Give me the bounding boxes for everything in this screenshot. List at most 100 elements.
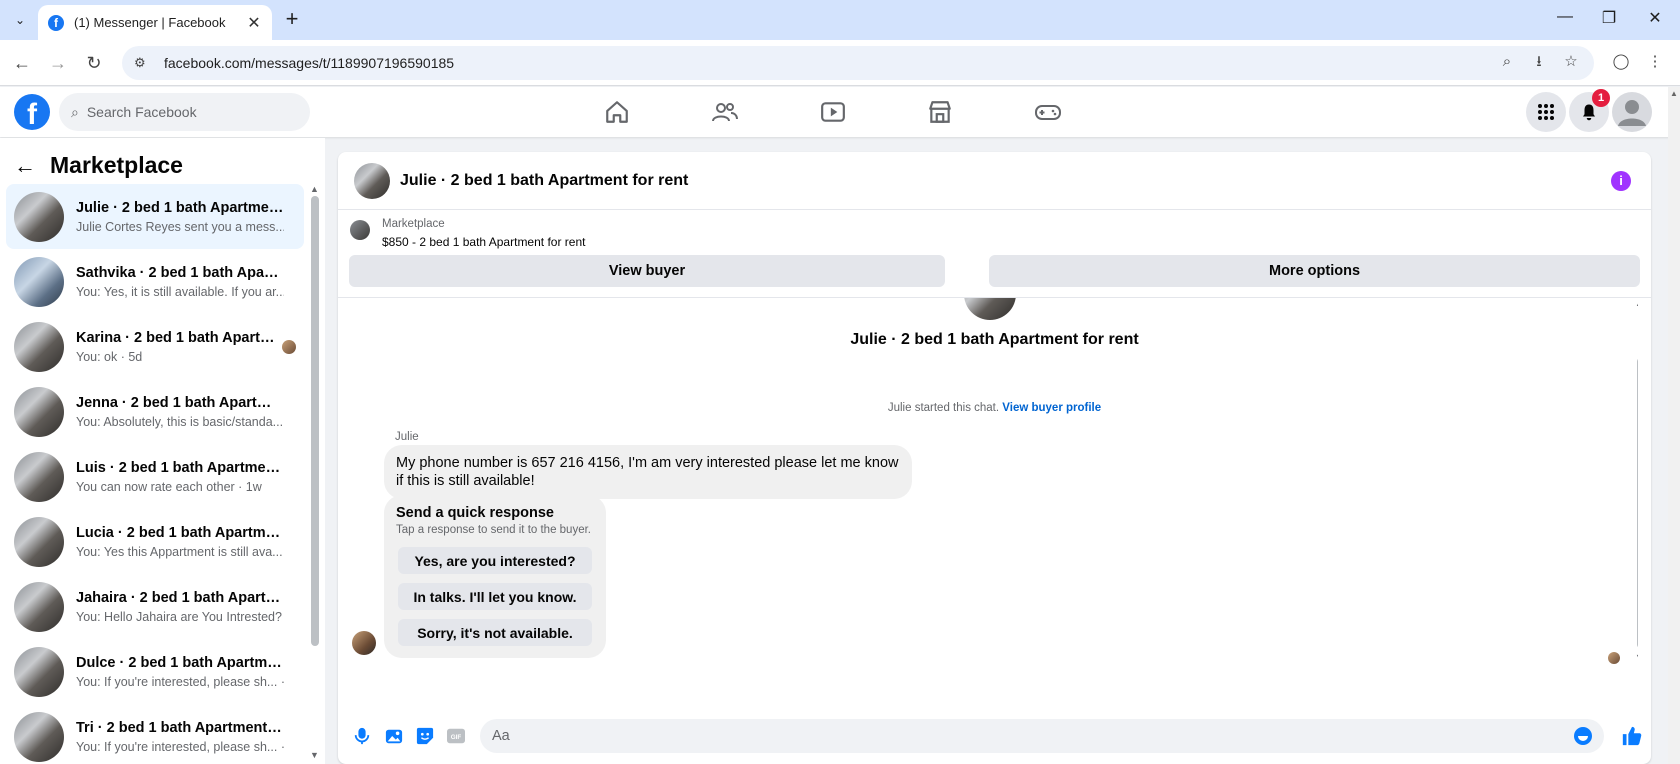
emoji-icon[interactable] [1574,727,1592,745]
facebook-header: f ⌕ 1 [0,87,1680,137]
browser-tabstrip: ⌄ f (1) Messenger | Facebook ✕ + — ❐ ✕ [0,0,1680,40]
avatar [14,191,64,242]
conversation-item[interactable]: Jenna · 2 bed 1 bath Apartment ... You: … [6,379,304,444]
new-tab-icon[interactable]: + [280,8,304,32]
svg-text:GIF: GIF [451,734,462,741]
view-buyer-profile-link[interactable]: View buyer profile [1002,402,1101,414]
page-scrollbar[interactable]: ▲ [1668,87,1680,764]
conversation-name: Julie · 2 bed 1 bath Apartment f... [76,199,284,216]
avatar [14,646,64,697]
avatar [14,711,64,762]
site-settings-icon[interactable]: ⚙ [134,55,150,71]
microphone-icon[interactable] [351,725,373,747]
conversation-snippet: You: Absolutely, this is basic/standa...… [76,414,284,429]
conversation-item[interactable]: Karina · 2 bed 1 bath Apartme... You: ok… [6,314,304,379]
conversation-name: Tri · 2 bed 1 bath Apartment for ... [76,719,284,736]
thread-avatar [964,298,1016,320]
listing-price: $850 - 2 bed 1 bath Apartment for rent [382,235,586,249]
conversation-item[interactable]: Tri · 2 bed 1 bath Apartment for ... You… [6,704,304,764]
friends-icon[interactable] [705,93,745,131]
chat-title[interactable]: Julie · 2 bed 1 bath Apartment for rent [400,172,688,190]
page-scroll-up-icon[interactable]: ▲ [1670,89,1678,98]
sender-avatar [352,631,376,655]
thread-title: Julie · 2 bed 1 bath Apartment for rent [850,331,1139,348]
forward-icon[interactable]: → [46,51,70,75]
notification-badge: 1 [1592,89,1610,107]
like-thumb-icon[interactable] [1620,724,1644,748]
back-arrow-icon[interactable]: ← [14,153,44,179]
browser-menu-icon[interactable]: ⋮ [1644,51,1666,73]
facebook-logo-icon[interactable]: f [14,94,50,130]
quick-response-button[interactable]: Sorry, it's not available. [398,619,592,646]
url-text: facebook.com/messages/t/1189907196590185 [164,55,455,71]
tab-title: (1) Messenger | Facebook [74,15,226,30]
browser-toolbar: ← → ↻ ⚙ facebook.com/messages/t/11899071… [0,40,1680,86]
address-bar[interactable]: ⚙ facebook.com/messages/t/11899071965901… [122,46,1594,80]
conversation-name: Jahaira · 2 bed 1 bath Apartmen... [76,589,284,606]
bookmark-star-icon[interactable]: ☆ [1560,51,1582,73]
avatar [14,581,64,632]
conversation-name: Dulce · 2 bed 1 bath Apartment ... [76,654,284,671]
marketplace-sidebar: ← Marketplace Julie · 2 bed 1 bath Apart… [0,138,325,764]
sidebar-scrollbar[interactable] [311,196,319,646]
conversation-name: Lucia · 2 bed 1 bath Apartment f... [76,524,284,541]
marketplace-icon[interactable] [920,93,960,131]
quick-response-button[interactable]: Yes, are you interested? [398,547,592,574]
message-thread: Julie · 2 bed 1 bath Apartment for rent … [338,298,1638,710]
zoom-icon[interactable]: ⌕ [1496,51,1518,73]
sender-name: Julie [395,431,419,443]
facebook-search[interactable]: ⌕ [59,93,310,131]
message-input-wrapper[interactable] [480,719,1604,753]
restore-icon[interactable]: ❐ [1594,8,1624,28]
chat-avatar[interactable] [354,162,390,199]
conversation-snippet: You: Yes this Appartment is still ava...… [76,544,284,559]
video-icon[interactable] [813,93,853,131]
menu-grid-icon[interactable] [1526,92,1566,132]
reload-icon[interactable]: ↻ [82,51,106,75]
conversation-snippet: You: If you're interested, please sh... … [76,674,284,689]
photo-icon[interactable] [383,725,405,747]
quick-response-card: Send a quick response Tap a response to … [384,495,606,658]
tab-search-icon[interactable]: ⌄ [8,9,32,31]
chat-started-note: Julie started this chat. View buyer prof… [338,402,1638,414]
gif-icon[interactable]: GIF [445,725,467,747]
info-icon[interactable]: i [1611,171,1631,191]
conversation-name: Luis · 2 bed 1 bath Apartment fo... [76,459,284,476]
window-close-icon[interactable]: ✕ [1640,8,1670,28]
started-text: Julie started this chat. [887,402,1000,414]
sticker-icon[interactable] [414,725,436,747]
conversation-item[interactable]: Luis · 2 bed 1 bath Apartment fo... You … [6,444,304,509]
account-avatar[interactable] [1612,92,1652,132]
scroll-down-arrow-icon[interactable]: ▼ [310,750,319,760]
view-buyer-button[interactable]: View buyer [349,255,945,287]
conversation-item[interactable]: Dulce · 2 bed 1 bath Apartment ... You: … [6,639,304,704]
read-receipt-avatar [1608,652,1620,664]
more-options-button[interactable]: More options [989,255,1640,287]
scroll-up-arrow-icon[interactable]: ▲ [310,184,319,194]
tab-close-icon[interactable]: ✕ [244,13,264,33]
conversation-snippet: You: ok · 5d [76,349,143,364]
browser-tab[interactable]: f (1) Messenger | Facebook ✕ [38,5,272,40]
minimize-icon[interactable]: — [1550,8,1580,26]
back-icon[interactable]: ← [10,51,34,75]
quick-response-subtitle: Tap a response to send it to the buyer. [396,524,591,536]
conversation-item[interactable]: Lucia · 2 bed 1 bath Apartment f... You:… [6,509,304,574]
listing-thumbnail [350,220,370,240]
seen-avatar [282,340,296,354]
message-input[interactable] [492,728,1552,744]
search-input[interactable] [86,104,287,120]
conversation-snippet: You: Yes, it is still available. If you … [76,284,284,299]
thread-scroll-up-icon[interactable]: ▲ [1635,298,1638,308]
profile-icon[interactable]: ◯ [1610,51,1632,73]
thread-scrollbar[interactable] [1637,358,1638,648]
conversation-item[interactable]: Julie · 2 bed 1 bath Apartment f... Juli… [6,184,304,249]
gaming-icon[interactable] [1028,93,1068,131]
conversation-item[interactable]: Sathvika · 2 bed 1 bath Apartme... You: … [6,249,304,314]
chat-panel: Julie · 2 bed 1 bath Apartment for rent … [338,152,1651,764]
home-icon[interactable] [597,93,637,131]
quick-response-button[interactable]: In talks. I'll let you know. [398,583,592,610]
conversation-item[interactable]: Jahaira · 2 bed 1 bath Apartmen... You: … [6,574,304,639]
thread-scroll-down-icon[interactable]: ▼ [1635,652,1638,662]
install-app-icon[interactable]: ⭳ [1528,51,1550,73]
avatar [14,321,64,372]
